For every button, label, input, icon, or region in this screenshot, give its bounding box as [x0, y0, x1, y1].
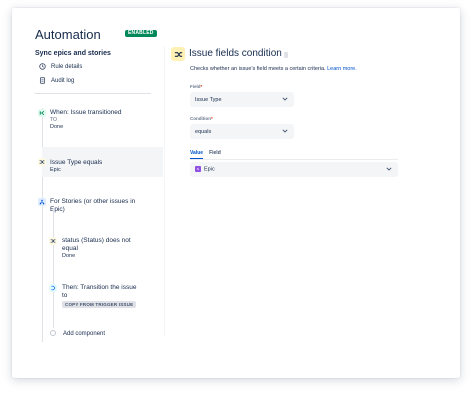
action-label-line2: to	[62, 292, 68, 299]
chevron-down-icon	[282, 96, 288, 103]
rule-timeline	[42, 108, 43, 342]
branch-label-line2: Epic)	[50, 206, 65, 213]
condition-select-value: equals	[195, 128, 212, 135]
description-text: Checks whether an issue's field meets a …	[190, 66, 326, 72]
branch-condition-line1: status (Status) does not	[62, 237, 131, 244]
info-icon[interactable]	[284, 52, 288, 58]
required-marker: *	[211, 116, 213, 121]
branch-label-line1: For Stories (or other issues in	[50, 198, 136, 205]
branch-icon	[38, 198, 46, 206]
field-select-value: Issue Type	[195, 96, 222, 103]
tab-field[interactable]: Field	[209, 150, 221, 159]
trigger-sub-label: TO	[50, 117, 57, 123]
condition-step[interactable]: Issue Type equals Epic	[50, 159, 102, 174]
trigger-label: When: Issue transitioned	[50, 109, 122, 116]
value-select-content: Epic	[195, 166, 215, 173]
learn-more-link[interactable]: Learn more.	[327, 66, 357, 72]
copy-from-trigger-tag: COPY FROM TRIGGER ISSUE	[62, 301, 137, 308]
add-component-dot[interactable]	[50, 330, 56, 336]
nav-audit-log[interactable]: Audit log	[39, 77, 74, 84]
action-icon	[49, 284, 57, 292]
condition-panel-icon	[171, 47, 185, 61]
trigger-sub-value: Done	[50, 124, 64, 130]
required-marker: *	[200, 84, 203, 89]
value-tabs: Value Field	[190, 150, 221, 159]
value-select[interactable]: Epic	[190, 162, 398, 177]
panel-divider	[164, 46, 165, 336]
nav-label: Audit log	[51, 77, 75, 84]
panel-description: Checks whether an issue's field meets a …	[190, 66, 357, 72]
field-select[interactable]: Issue Type	[190, 92, 294, 107]
condition-label-text: Condition	[190, 116, 211, 121]
clock-icon	[39, 63, 46, 70]
epic-icon	[195, 166, 201, 173]
value-select-value: Epic	[204, 166, 215, 173]
condition-label: Issue Type equals	[50, 159, 103, 166]
branch-timeline	[53, 208, 54, 328]
branch-condition-line2: equal	[62, 245, 78, 252]
trigger-icon	[38, 109, 46, 117]
condition-select[interactable]: equals	[190, 124, 294, 139]
tab-value[interactable]: Value	[190, 150, 204, 159]
action-step[interactable]: Then: Transition the issue to	[62, 284, 136, 300]
status-badge: ENABLED	[125, 30, 157, 37]
tabs-divider	[190, 159, 398, 160]
chevron-down-icon	[282, 128, 288, 135]
branch-condition-icon	[49, 237, 57, 245]
branch-condition-step[interactable]: status (Status) does not equal Done	[62, 237, 131, 260]
field-label: Field*	[190, 84, 202, 89]
condition-icon	[38, 158, 46, 166]
action-label-line1: Then: Transition the issue	[62, 284, 137, 291]
rule-name: Sync epics and stories	[35, 50, 111, 57]
page-title: Automation	[35, 27, 101, 42]
rule-sidebar: Automation ENABLED Sync epics and storie…	[12, 8, 163, 378]
chevron-down-icon	[386, 166, 392, 173]
trigger-step[interactable]: When: Issue transitioned TO Done	[50, 109, 122, 131]
add-component-button[interactable]: Add component	[63, 331, 105, 337]
field-label-text: Field	[190, 84, 201, 89]
condition-sub-value: Epic	[50, 167, 61, 173]
nav-rule-details[interactable]: Rule details	[39, 63, 82, 70]
branch-condition-sub-value: Done	[62, 253, 76, 259]
condition-label: Condition*	[190, 116, 213, 121]
divider	[35, 93, 151, 94]
nav-label: Rule details	[51, 63, 83, 70]
panel-title: Issue fields condition	[189, 48, 282, 59]
document-icon	[39, 77, 46, 84]
automation-card: Automation ENABLED Sync epics and storie…	[12, 8, 460, 378]
branch-step[interactable]: For Stories (or other issues in Epic)	[50, 198, 135, 214]
